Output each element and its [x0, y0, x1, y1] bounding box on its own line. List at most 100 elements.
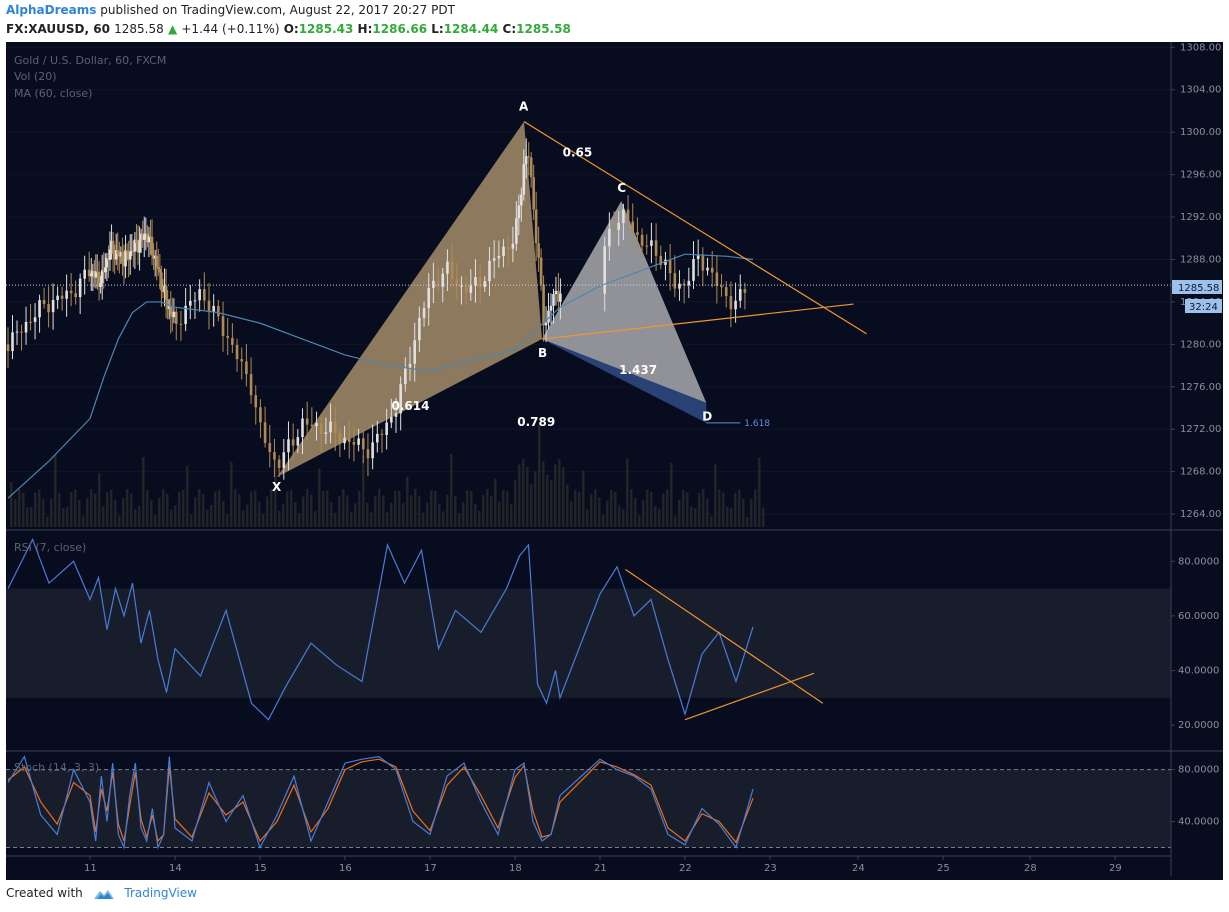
volume-bar — [262, 513, 265, 527]
volume-bar — [182, 489, 185, 527]
chart-canvas[interactable]: 1264.001268.001272.001276.001280.001284.… — [0, 42, 1229, 880]
volume-bar — [642, 500, 645, 527]
volume-bar — [66, 506, 69, 527]
price-tick-label: 1272.00 — [1180, 424, 1221, 435]
candle-body — [631, 221, 635, 233]
candle-body — [418, 317, 421, 341]
volume-bar — [550, 480, 553, 527]
volume-bar — [242, 510, 245, 527]
candle-body — [329, 421, 332, 433]
volume-bar — [646, 489, 649, 527]
candle-body — [542, 284, 545, 326]
volume-bar — [466, 490, 469, 527]
candle-body — [678, 283, 681, 289]
chart-right-margin — [1223, 42, 1229, 880]
volume-bar — [418, 495, 421, 527]
stoch-pane[interactable]: 40.0000 80.0000 — [6, 755, 1219, 850]
candle-body — [310, 424, 314, 427]
volume-bar — [694, 508, 697, 527]
candle-body — [226, 336, 229, 338]
volume-bar — [626, 458, 629, 527]
volume-bar — [498, 501, 501, 527]
time-tick-label: 14 — [169, 863, 182, 874]
volume-bar — [606, 500, 609, 527]
volume-bar — [562, 467, 565, 527]
candle-body — [125, 250, 129, 252]
candle-body — [502, 246, 505, 257]
volume-bar — [170, 509, 173, 527]
candle-body — [343, 437, 346, 444]
volume-bar — [162, 489, 165, 527]
candle-body — [155, 255, 159, 267]
candle-body — [207, 300, 211, 312]
last-price-badge-text: 1285.58 — [1178, 283, 1219, 294]
volume-bar — [630, 489, 633, 527]
volume-bar — [566, 484, 569, 527]
author-link[interactable]: AlphaDreams — [6, 3, 96, 17]
volume-bar — [34, 492, 37, 527]
candle-body — [179, 323, 183, 325]
candle-body — [357, 438, 360, 445]
volume-bar — [590, 493, 593, 527]
time-tick-label: 23 — [764, 863, 777, 874]
ratio-label-ac: 0.65 — [563, 145, 593, 159]
candle-body — [42, 300, 46, 305]
volume-bar — [390, 502, 393, 527]
volume-bar — [398, 490, 401, 527]
open-value: 1285.43 — [298, 22, 354, 36]
price-tick-label: 1292.00 — [1180, 212, 1221, 223]
volume-bar — [26, 507, 29, 527]
volume-bar — [90, 489, 93, 527]
close-label: C: — [502, 22, 517, 36]
candle-body — [305, 418, 309, 425]
volume-bar — [286, 491, 289, 527]
volume-bar — [30, 507, 33, 527]
candle-body — [413, 340, 416, 364]
volume-bar — [366, 502, 369, 527]
candle-body — [138, 240, 141, 253]
volume-bar — [542, 461, 545, 527]
volume-bar — [146, 489, 149, 527]
candle-body — [488, 260, 491, 282]
candle-body — [277, 459, 281, 468]
target-ratio-label: 1.618 — [744, 419, 770, 429]
stoch-band — [6, 769, 1171, 848]
volume-bar — [474, 504, 477, 527]
volume-bar — [434, 490, 437, 527]
candle-body — [333, 421, 337, 433]
ohlc-line: FX:XAUUSD, 60 1285.58 ▲ +1.44 (+0.11%) O… — [6, 22, 571, 36]
volume-bar — [394, 490, 397, 527]
volume-bar — [18, 489, 21, 527]
volume-bar — [38, 489, 41, 527]
volume-bar — [710, 516, 713, 527]
chart-background — [0, 42, 1229, 880]
volume-bar — [682, 489, 685, 527]
volume-bar — [194, 497, 197, 527]
volume-bar — [266, 496, 269, 527]
candle-body — [156, 266, 160, 270]
volume-bar — [338, 495, 341, 527]
candle-body — [212, 305, 215, 312]
candle-body — [217, 305, 220, 317]
volume-bar — [438, 503, 441, 527]
volume-bar — [278, 510, 281, 527]
candle-body — [524, 156, 528, 165]
volume-bar — [726, 507, 729, 527]
candle-body — [549, 305, 553, 311]
candle-body — [673, 273, 677, 289]
tradingview-link[interactable]: TradingView — [124, 886, 197, 900]
volume-bar — [114, 500, 117, 527]
candle-body — [116, 250, 120, 255]
volume-bar — [70, 492, 73, 527]
volume-bar — [374, 495, 377, 527]
volume-bar — [234, 489, 237, 527]
candle-body — [69, 290, 73, 294]
volume-bar — [298, 513, 301, 527]
created-with-text: Created with — [6, 886, 83, 900]
candle-body — [537, 243, 540, 258]
legend-rsi: RSI (7, close) — [14, 541, 86, 554]
candle-body — [612, 228, 616, 230]
volume-bar — [718, 489, 721, 527]
candle-body — [532, 177, 535, 210]
volume-bar — [254, 490, 257, 527]
